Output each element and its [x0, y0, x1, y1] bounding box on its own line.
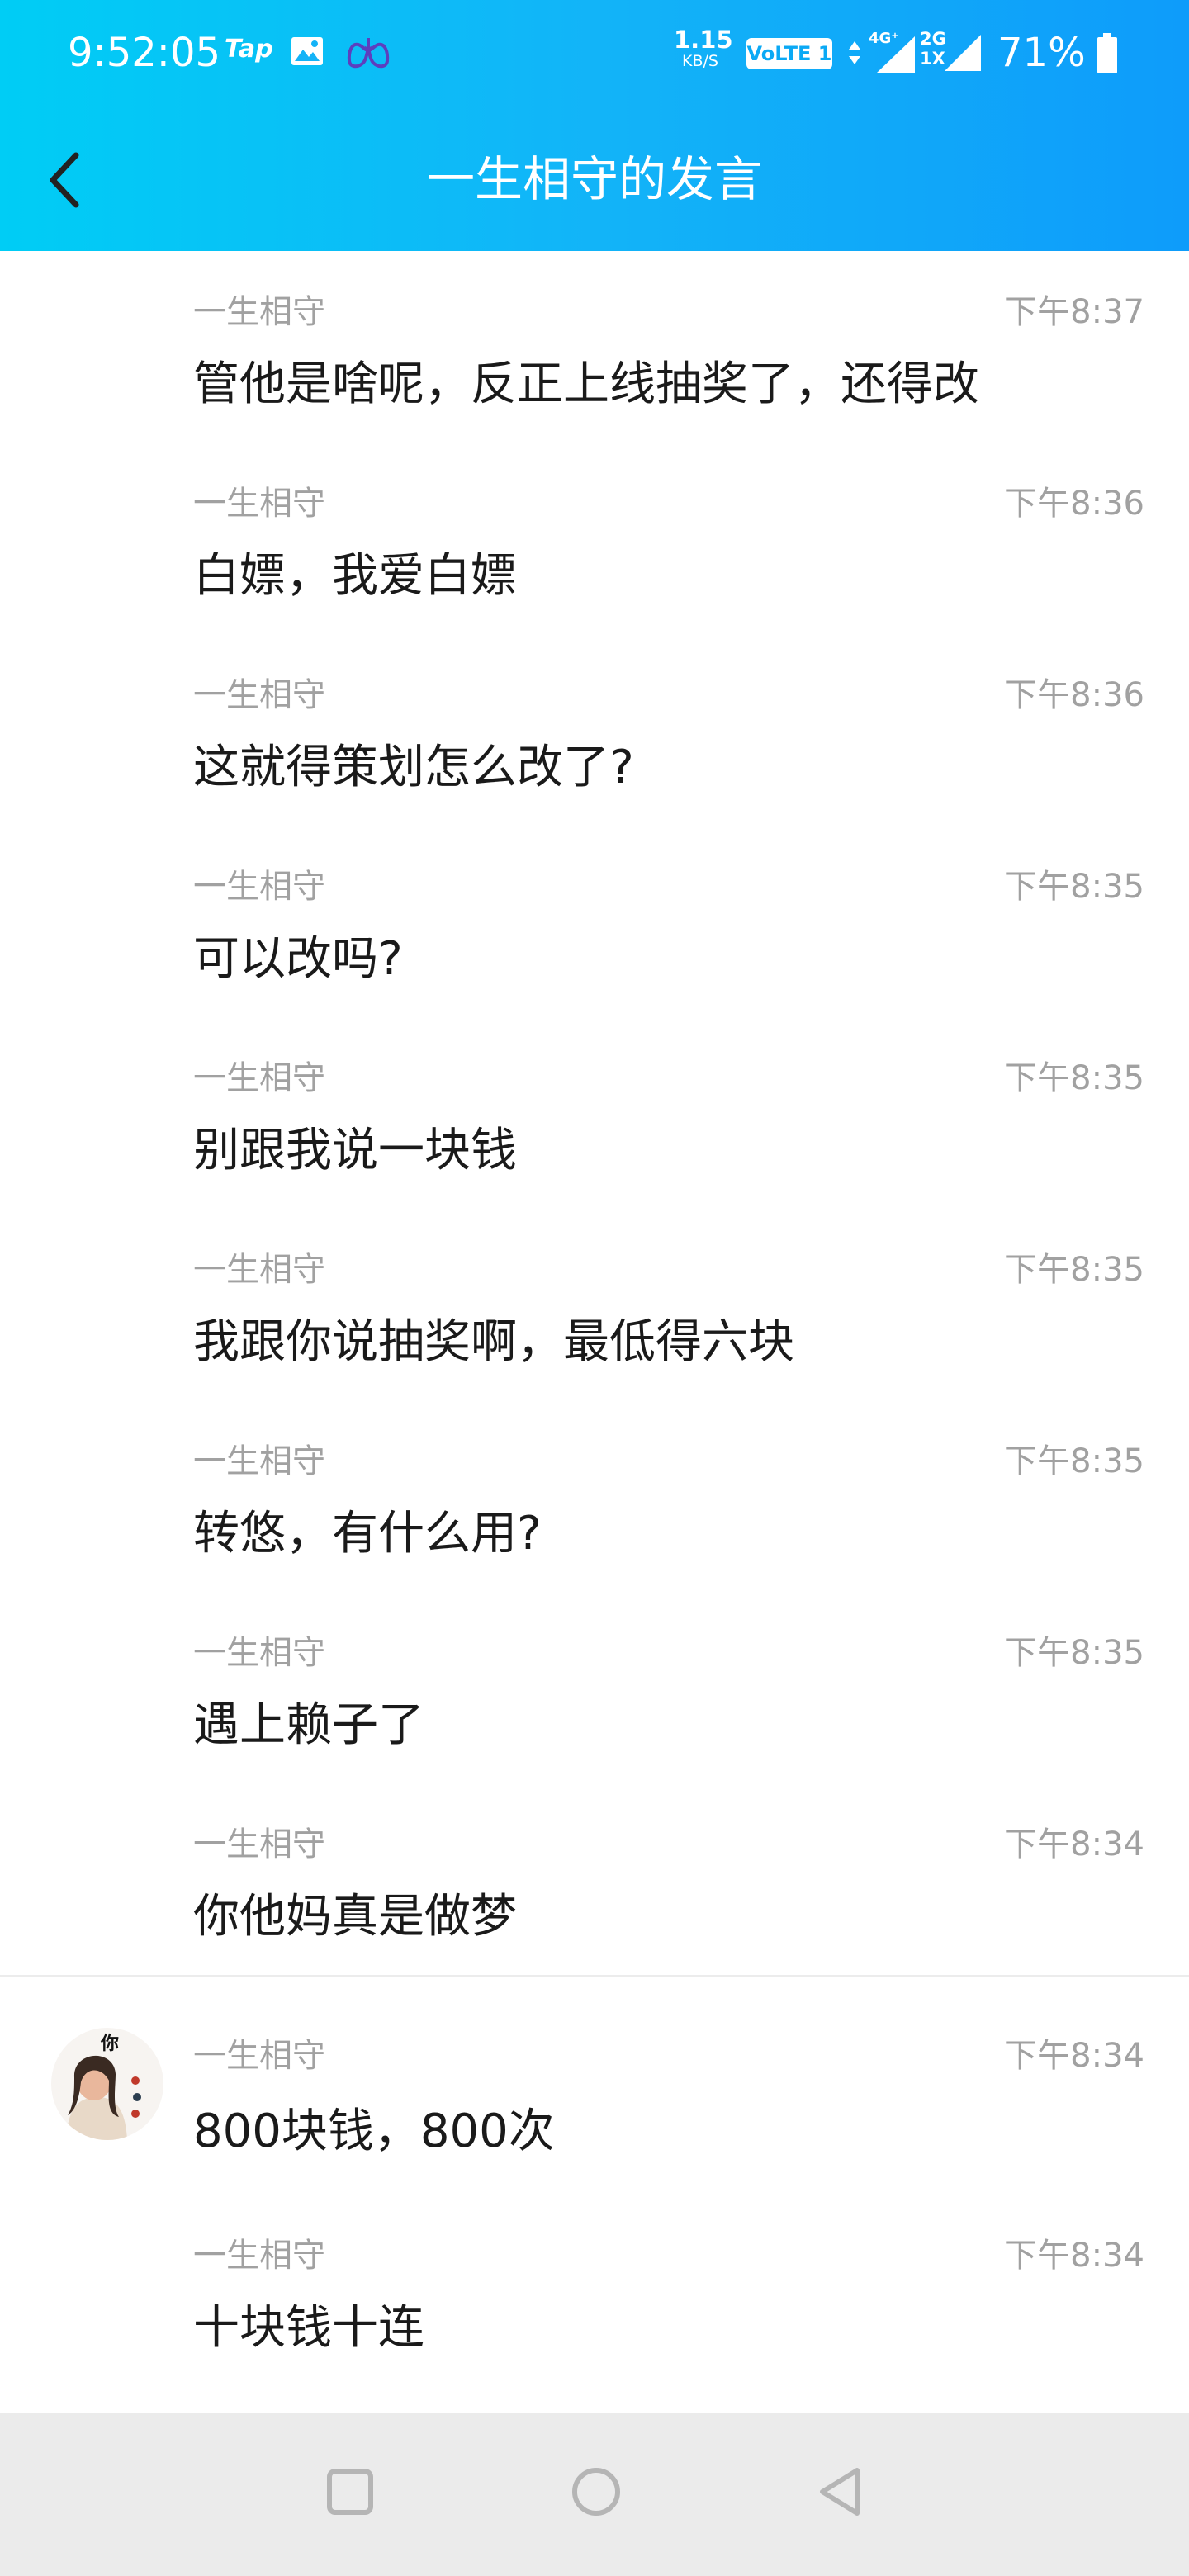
- message-item[interactable]: 一生相守 下午8:35 可以改吗?: [0, 826, 1189, 1017]
- message-item[interactable]: 一生相守 下午8:35 我跟你说抽奖啊，最低得六块: [0, 1209, 1189, 1400]
- message-text: 白嫖，我爱白嫖: [193, 549, 517, 603]
- message-time: 下午8:35: [1004, 1251, 1144, 1289]
- message-sender: 一生相守: [193, 2237, 325, 2275]
- message-sender: 一生相守: [193, 676, 325, 714]
- status-bar: 9:52:05 Tap 1.15 KB/S VoLTE 1 4G⁺ 2G 1X …: [0, 0, 1189, 107]
- battery-icon: [1097, 33, 1117, 73]
- avatar-text: 你: [100, 2034, 119, 2054]
- avatar[interactable]: 你: [51, 2028, 163, 2140]
- message-item[interactable]: 一生相守 下午8:35 遇上赖子了: [0, 1592, 1189, 1783]
- message-time: 下午8:35: [1004, 1442, 1144, 1480]
- message-text: 你他妈真是做梦: [193, 1890, 517, 1944]
- network-speed: 1.15 KB/S: [674, 26, 733, 70]
- message-time: 下午8:35: [1004, 1059, 1144, 1097]
- signal-4g-icon: 4G⁺: [867, 30, 918, 73]
- message-item[interactable]: 一生相守 下午8:37 管他是啥呢，反正上线抽奖了，还得改: [0, 251, 1189, 443]
- tap-app-icon: Tap: [225, 35, 273, 64]
- message-group: 一生相守 下午8:37 管他是啥呢，反正上线抽奖了，还得改 一生相守 下午8:3…: [0, 251, 1189, 1975]
- message-time: 下午8:35: [1004, 868, 1144, 906]
- message-text: 800块钱，800次: [193, 2105, 555, 2158]
- message-item[interactable]: 一生相守 下午8:36 这就得策划怎么改了?: [0, 634, 1189, 826]
- back-nav-button-icon[interactable]: [809, 2460, 872, 2523]
- home-button-icon[interactable]: [565, 2460, 628, 2523]
- signal-2g-icon: 2G 1X: [920, 30, 983, 73]
- message-text: 我跟你说抽奖啊，最低得六块: [193, 1315, 794, 1369]
- message-sender: 一生相守: [193, 293, 325, 331]
- message-time: 下午8:34: [1004, 2037, 1144, 2075]
- message-item[interactable]: 一生相守 下午8:35 别跟我说一块钱: [0, 1017, 1189, 1209]
- message-text: 这就得策划怎么改了?: [193, 741, 634, 794]
- message-time: 下午8:36: [1004, 485, 1144, 523]
- signal-2g-label-top: 2G: [920, 29, 946, 49]
- network-speed-value: 1.15: [674, 26, 733, 54]
- battery-percent: 71%: [997, 30, 1086, 76]
- message-group: 一生相守 下午8:34 800块钱，800次 你 一生相守 下午8:34 十块钱…: [0, 1977, 1189, 2386]
- app-header: 9:52:05 Tap 1.15 KB/S VoLTE 1 4G⁺ 2G 1X …: [0, 0, 1189, 251]
- page-title: 一生相守的发言: [426, 151, 762, 207]
- message-text: 十块钱十连: [193, 2301, 424, 2355]
- message-time: 下午8:35: [1004, 1634, 1144, 1672]
- message-sender: 一生相守: [193, 485, 325, 523]
- message-text: 管他是啥呢，反正上线抽奖了，还得改: [193, 358, 979, 411]
- message-text: 别跟我说一块钱: [193, 1124, 517, 1177]
- lungs-icon: [347, 38, 390, 69]
- message-sender: 一生相守: [193, 1442, 325, 1480]
- message-item[interactable]: 一生相守 下午8:36 白嫖，我爱白嫖: [0, 443, 1189, 634]
- message-item[interactable]: 一生相守 下午8:34 你他妈真是做梦: [0, 1783, 1189, 1975]
- message-sender: 一生相守: [193, 1059, 325, 1097]
- message-text: 可以改吗?: [193, 932, 403, 986]
- message-sender: 一生相守: [193, 1825, 325, 1863]
- recents-button-icon[interactable]: [319, 2460, 381, 2523]
- message-item[interactable]: 一生相守 下午8:34 十块钱十连: [0, 2195, 1189, 2386]
- message-text: 转悠，有什么用?: [193, 1507, 542, 1560]
- status-time: 9:52:05: [68, 30, 221, 76]
- network-speed-unit: KB/S: [682, 52, 718, 70]
- message-time: 下午8:36: [1004, 676, 1144, 714]
- message-time: 下午8:34: [1004, 1825, 1144, 1863]
- message-sender: 一生相守: [193, 1251, 325, 1289]
- message-item[interactable]: 一生相守 下午8:35 转悠，有什么用?: [0, 1400, 1189, 1592]
- message-list[interactable]: 一生相守 下午8:37 管他是啥呢，反正上线抽奖了，还得改 一生相守 下午8:3…: [0, 251, 1189, 2386]
- image-icon: [291, 37, 323, 65]
- message-time: 下午8:37: [1004, 293, 1144, 331]
- message-sender: 一生相守: [193, 1634, 325, 1672]
- system-nav-bar: [0, 2413, 1189, 2576]
- data-activity-icon: [849, 41, 860, 64]
- message-item[interactable]: 一生相守 下午8:34 800块钱，800次 你: [0, 1977, 1189, 2195]
- signal-2g-label-bottom: 1X: [920, 49, 945, 69]
- title-bar: 一生相守的发言: [0, 107, 1189, 251]
- message-sender: 一生相守: [193, 868, 325, 906]
- message-time: 下午8:34: [1004, 2237, 1144, 2275]
- message-sender: 一生相守: [193, 2037, 325, 2075]
- volte-badge: VoLTE 1: [746, 38, 832, 69]
- message-text: 遇上赖子了: [193, 1698, 424, 1752]
